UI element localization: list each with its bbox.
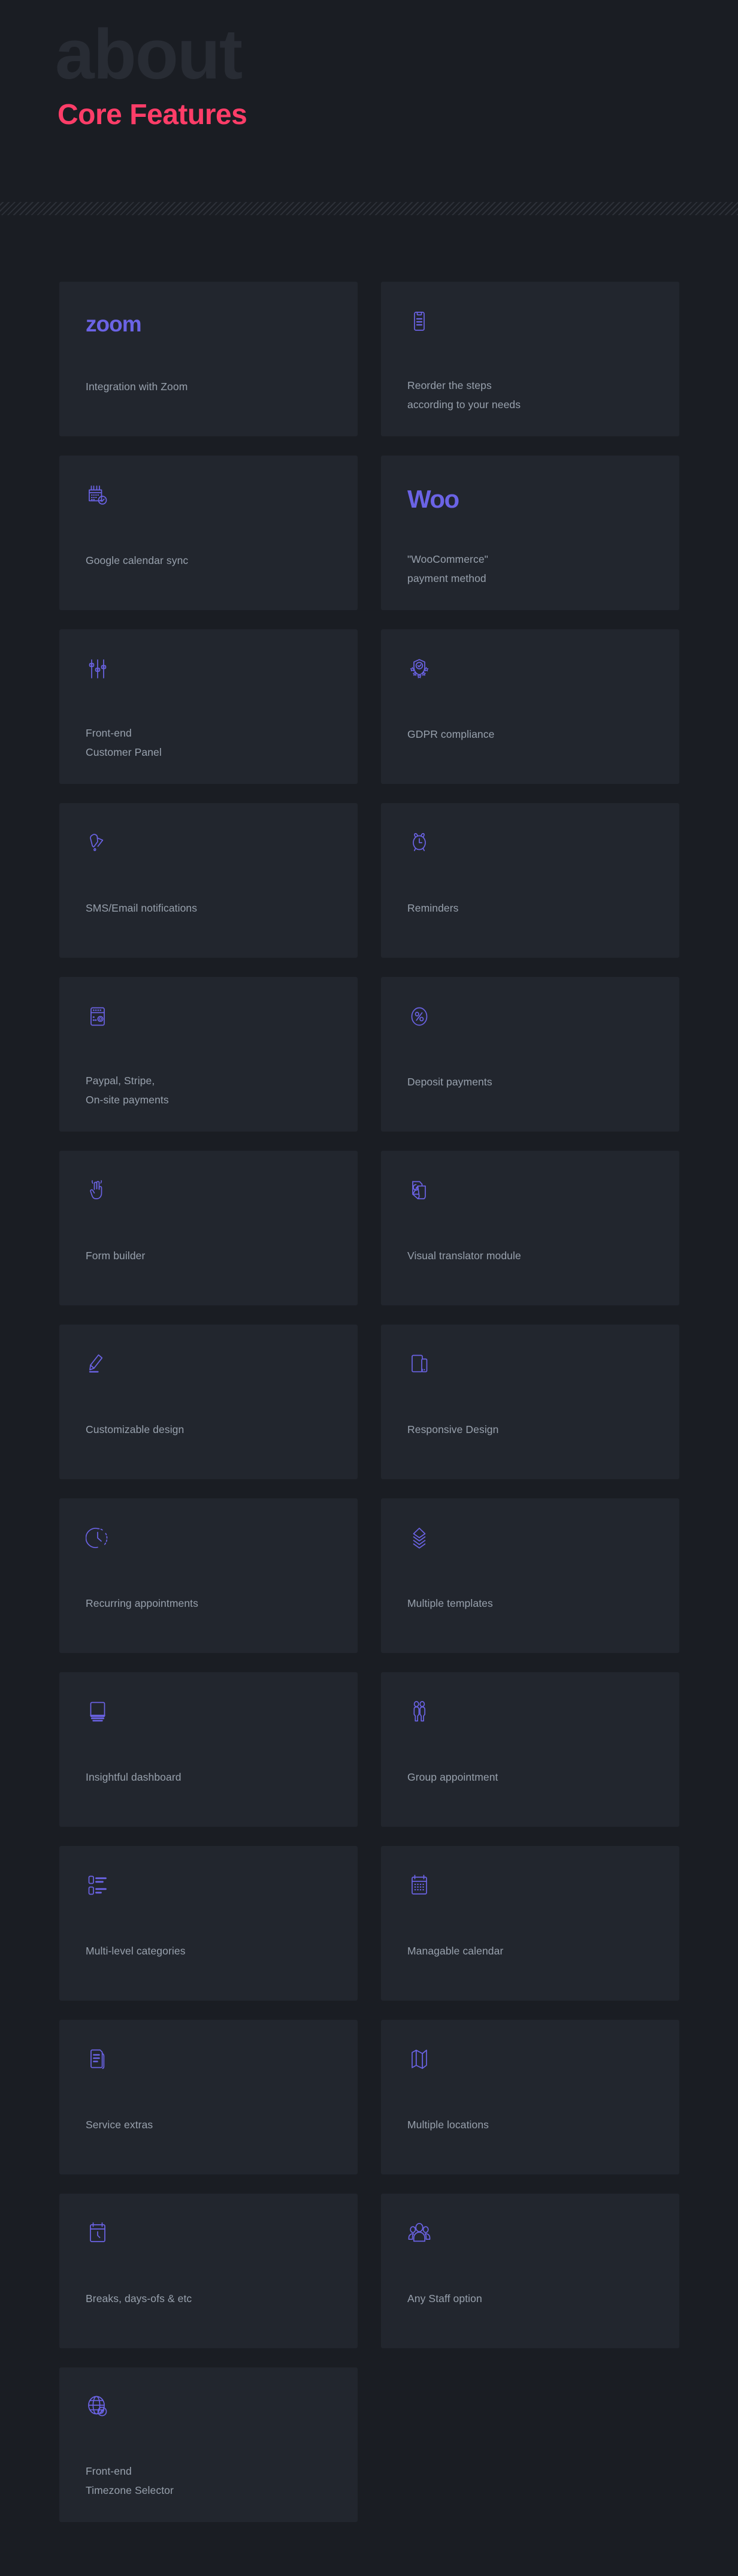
hero-section: about Core Features bbox=[0, 0, 738, 209]
feature-card[interactable]: Form builder bbox=[59, 1151, 358, 1305]
feature-label: Insightful dashboard bbox=[86, 1771, 182, 1784]
feature-label: Google calendar sync bbox=[86, 554, 189, 567]
feature-label: Form builder bbox=[86, 1250, 146, 1262]
feature-card[interactable]: Multi-level categories bbox=[59, 1846, 358, 2001]
hand-gesture-icon bbox=[86, 1178, 331, 1230]
layers-icon bbox=[407, 1526, 653, 1577]
feature-label: Reorder the steps according to your need… bbox=[407, 379, 521, 411]
card-terminal-icon bbox=[86, 1005, 331, 1056]
feature-label: Service extras bbox=[86, 2119, 153, 2131]
feature-label: Deposit payments bbox=[407, 1076, 492, 1088]
feature-label: Front-end Customer Panel bbox=[86, 727, 162, 759]
feature-card[interactable]: Multiple locations bbox=[381, 2020, 679, 2174]
sliders-icon bbox=[86, 657, 331, 708]
feature-label: Paypal, Stripe, On-site payments bbox=[86, 1075, 169, 1106]
zoom-wordmark-text: zoom bbox=[86, 312, 142, 336]
calendar-icon bbox=[407, 1874, 653, 1925]
folded-map-icon bbox=[407, 2047, 653, 2099]
feature-label: Reminders bbox=[407, 902, 459, 915]
feature-label: Multiple locations bbox=[407, 2119, 489, 2131]
features-page: about Core Features zoom Integration with… bbox=[0, 0, 738, 2576]
feature-card[interactable]: Managable calendar bbox=[381, 1846, 679, 2001]
translate-pages-icon bbox=[407, 1178, 653, 1230]
feature-card[interactable]: Group appointment bbox=[381, 1672, 679, 1827]
feature-card[interactable]: Front-end Customer Panel bbox=[59, 629, 358, 784]
feature-card[interactable]: zoom Integration with Zoom bbox=[59, 282, 358, 436]
feature-card[interactable]: Google calendar sync bbox=[59, 456, 358, 610]
feature-card[interactable]: Insightful dashboard bbox=[59, 1672, 358, 1827]
group-people-icon bbox=[407, 2221, 653, 2273]
alarm-clock-icon bbox=[407, 831, 653, 882]
feature-card[interactable]: Recurring appointments bbox=[59, 1498, 358, 1653]
feature-card[interactable]: Reorder the steps according to your need… bbox=[381, 282, 679, 436]
page-title: Core Features bbox=[58, 99, 247, 131]
feature-label: GDPR compliance bbox=[407, 728, 495, 741]
feature-label: Multiple templates bbox=[407, 1597, 493, 1610]
feature-label: Any Staff option bbox=[407, 2293, 482, 2305]
feature-card[interactable]: Front-end Timezone Selector bbox=[59, 2367, 358, 2522]
feature-card[interactable]: Multiple templates bbox=[381, 1498, 679, 1653]
feature-card[interactable]: Reminders bbox=[381, 803, 679, 958]
feature-label: Integration with Zoom bbox=[86, 381, 188, 393]
chat-notification-icon bbox=[86, 831, 331, 882]
feature-card[interactable]: Customizable design bbox=[59, 1325, 358, 1479]
feature-label: Breaks, days-ofs & etc bbox=[86, 2293, 192, 2305]
feature-label: Front-end Timezone Selector bbox=[86, 2465, 174, 2497]
monitor-icon bbox=[86, 1700, 331, 1751]
ghost-heading: about bbox=[55, 15, 243, 94]
woo-wordmark-text: Woo bbox=[407, 485, 459, 513]
feature-card[interactable]: Deposit payments bbox=[381, 977, 679, 1132]
gdpr-shield-icon bbox=[407, 657, 653, 708]
list-categories-icon bbox=[86, 1874, 331, 1925]
feature-card[interactable]: Responsive Design bbox=[381, 1325, 679, 1479]
google-calendar-sync-icon bbox=[86, 483, 331, 535]
feature-label: Responsive Design bbox=[407, 1423, 499, 1436]
feature-card[interactable]: Any Staff option bbox=[381, 2194, 679, 2348]
feature-label: SMS/Email notifications bbox=[86, 902, 198, 915]
feature-card[interactable]: Woo "WooCommerce" payment method bbox=[381, 456, 679, 610]
feature-card[interactable]: SMS/Email notifications bbox=[59, 803, 358, 958]
percent-circle-icon bbox=[407, 1005, 653, 1056]
feature-label: Recurring appointments bbox=[86, 1597, 198, 1610]
feature-label: "WooCommerce" payment method bbox=[407, 553, 488, 585]
feature-card[interactable]: Visual translator module bbox=[381, 1151, 679, 1305]
calendar-clock-icon bbox=[86, 2221, 331, 2273]
clock-dashed-icon bbox=[86, 1526, 331, 1577]
feature-label: Managable calendar bbox=[407, 1945, 504, 1957]
feature-card[interactable]: Breaks, days-ofs & etc bbox=[59, 2194, 358, 2348]
globe-compass-icon bbox=[86, 2395, 331, 2447]
feature-card[interactable]: Service extras bbox=[59, 2020, 358, 2174]
feature-label: Customizable design bbox=[86, 1423, 184, 1436]
zoom-wordmark: zoom bbox=[86, 309, 331, 361]
feature-label: Multi-level categories bbox=[86, 1945, 186, 1957]
reorder-steps-icon bbox=[407, 309, 653, 361]
woo-wordmark: Woo bbox=[407, 483, 653, 535]
features-grid: zoom Integration with Zoom Reorder the ste… bbox=[0, 209, 738, 2576]
two-people-icon bbox=[407, 1700, 653, 1751]
feature-card[interactable]: Paypal, Stripe, On-site payments bbox=[59, 977, 358, 1132]
marker-pen-icon bbox=[86, 1352, 331, 1404]
devices-icon bbox=[407, 1352, 653, 1404]
feature-card[interactable]: GDPR compliance bbox=[381, 629, 679, 784]
documents-icon bbox=[86, 2047, 331, 2099]
feature-label: Visual translator module bbox=[407, 1250, 521, 1262]
feature-label: Group appointment bbox=[407, 1771, 498, 1784]
